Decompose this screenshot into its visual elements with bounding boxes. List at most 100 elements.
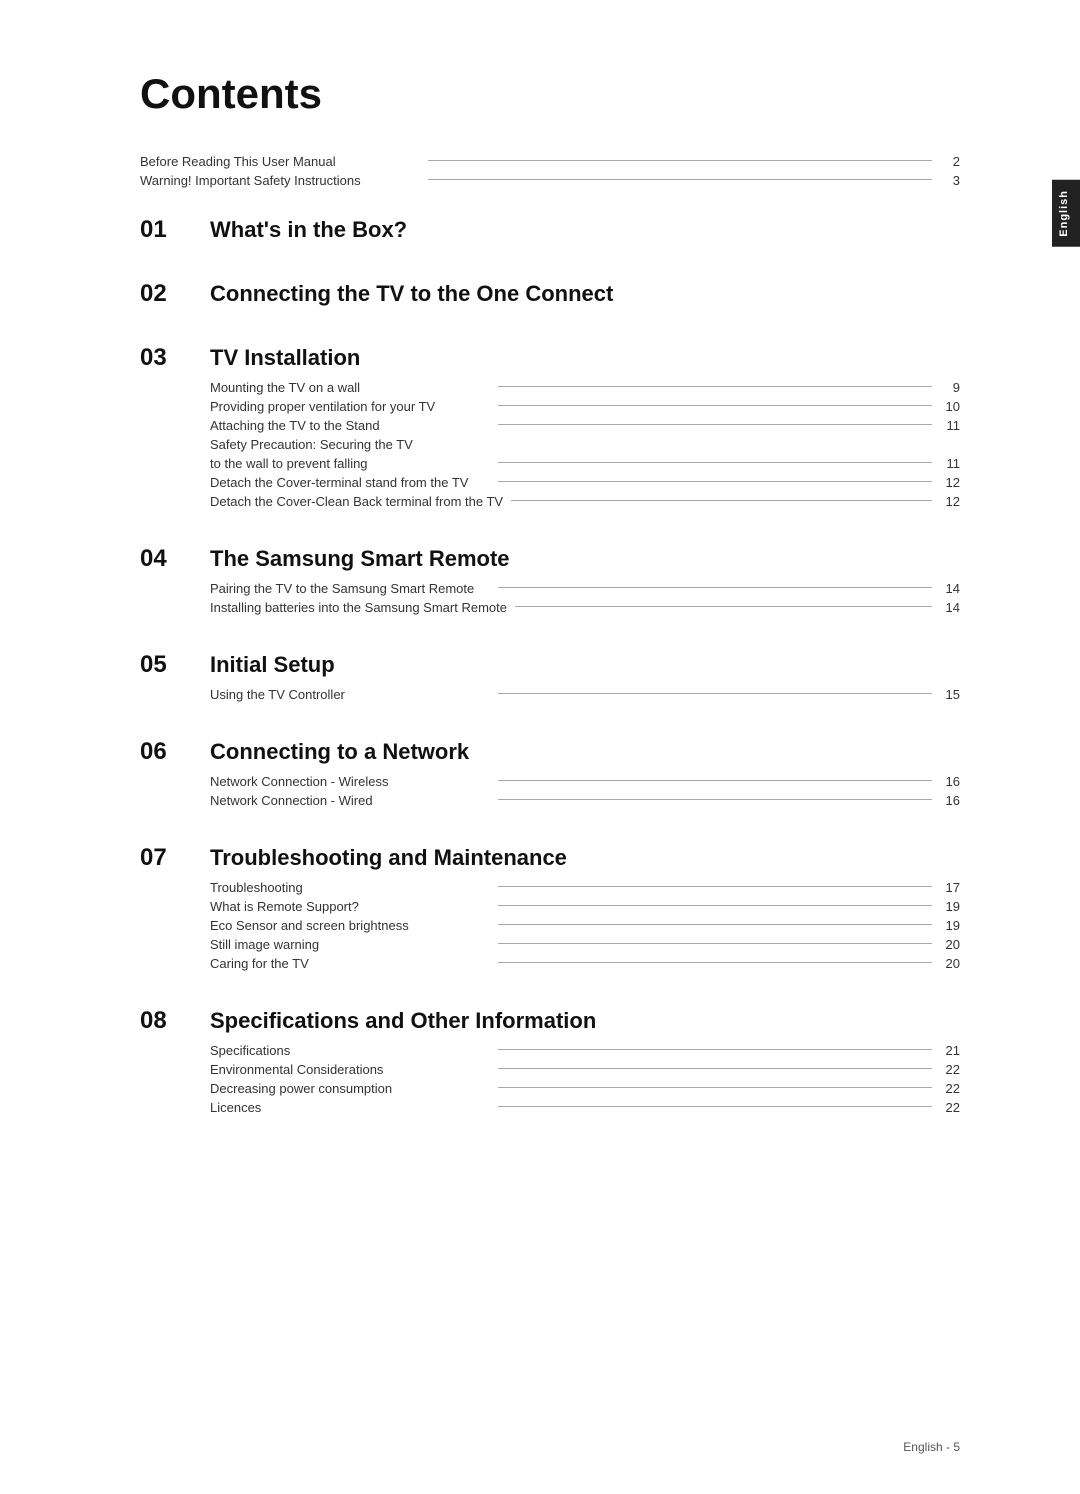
section-block-07: 07Troubleshooting and Maintenance Troubl… (140, 844, 960, 971)
intro-entry-page: 3 (940, 173, 960, 188)
page-container: English Contents Before Reading This Use… (0, 0, 1080, 1494)
toc-entry: Specifications 21 (210, 1043, 960, 1058)
toc-entry: to the wall to prevent falling 11 (210, 456, 960, 471)
entry-label: Environmental Considerations (210, 1062, 490, 1077)
entry-page-num: 17 (940, 880, 960, 895)
entry-page-num: 11 (940, 456, 960, 471)
dot-leader (498, 886, 932, 887)
toc-entry: Using the TV Controller 15 (210, 687, 960, 702)
section-entries-03: Mounting the TV on a wall 9 Providing pr… (140, 380, 960, 509)
dot-leader (498, 1049, 932, 1050)
entry-label: Licences (210, 1100, 490, 1115)
section-title-02: Connecting the TV to the One Connect (210, 281, 613, 307)
side-tab-label: English (1058, 190, 1070, 237)
section-header-03: 03TV Installation (140, 344, 960, 372)
section-header-02: 02Connecting the TV to the One Connect (140, 280, 960, 308)
intro-entry-label: Before Reading This User Manual (140, 154, 420, 169)
dot-leader (498, 780, 932, 781)
toc-entry: Decreasing power consumption 22 (210, 1081, 960, 1096)
entry-page-num: 19 (940, 918, 960, 933)
entry-label: Detach the Cover-terminal stand from the… (210, 475, 490, 490)
toc-entry: Troubleshooting 17 (210, 880, 960, 895)
section-number-07: 07 (140, 844, 210, 872)
section-block-03: 03TV Installation Mounting the TV on a w… (140, 344, 960, 509)
entry-label: Mounting the TV on a wall (210, 380, 490, 395)
dot-leader (428, 179, 932, 180)
entry-label: Specifications (210, 1043, 490, 1058)
section-number-06: 06 (140, 738, 210, 766)
entry-page-num: 21 (940, 1043, 960, 1058)
intro-toc-entry: Warning! Important Safety Instructions 3 (140, 173, 960, 188)
section-block-04: 04The Samsung Smart Remote Pairing the T… (140, 545, 960, 615)
entry-page-num: 11 (940, 418, 960, 433)
section-entries-04: Pairing the TV to the Samsung Smart Remo… (140, 581, 960, 615)
dot-leader (498, 1068, 932, 1069)
page-footer: English - 5 (903, 1440, 960, 1454)
entry-page-num: 9 (940, 380, 960, 395)
section-header-01: 01What's in the Box? (140, 216, 960, 244)
section-title-06: Connecting to a Network (210, 739, 469, 765)
entry-page-num: 10 (940, 399, 960, 414)
page-title: Contents (140, 70, 960, 118)
dot-leader (515, 606, 932, 607)
entry-page-num: 14 (940, 600, 960, 615)
intro-toc-entry: Before Reading This User Manual 2 (140, 154, 960, 169)
entry-label: Installing batteries into the Samsung Sm… (210, 600, 507, 615)
section-block-05: 05Initial Setup Using the TV Controller … (140, 651, 960, 702)
entry-label: Safety Precaution: Securing the TV (210, 437, 490, 452)
dot-leader (498, 587, 932, 588)
toc-entry: What is Remote Support? 19 (210, 899, 960, 914)
entry-page-num: 14 (940, 581, 960, 596)
intro-section: Before Reading This User Manual 2 Warnin… (140, 154, 960, 188)
section-header-07: 07Troubleshooting and Maintenance (140, 844, 960, 872)
entry-label: Troubleshooting (210, 880, 490, 895)
entry-label: Using the TV Controller (210, 687, 490, 702)
intro-entry-page: 2 (940, 154, 960, 169)
dot-leader (498, 424, 932, 425)
dot-leader (498, 386, 932, 387)
section-block-02: 02Connecting the TV to the One Connect (140, 280, 960, 308)
dot-leader (498, 1106, 932, 1107)
entry-label: Still image warning (210, 937, 490, 952)
section-entries-06: Network Connection - Wireless 16 Network… (140, 774, 960, 808)
section-block-08: 08Specifications and Other Information S… (140, 1007, 960, 1115)
section-entries-08: Specifications 21 Environmental Consider… (140, 1043, 960, 1115)
section-title-07: Troubleshooting and Maintenance (210, 845, 567, 871)
dot-leader (498, 405, 932, 406)
toc-entry: Detach the Cover-Clean Back terminal fro… (210, 494, 960, 509)
entry-label: What is Remote Support? (210, 899, 490, 914)
dot-leader (498, 905, 932, 906)
entry-page-num: 16 (940, 774, 960, 789)
entry-page-num: 20 (940, 937, 960, 952)
dot-leader (498, 693, 932, 694)
dot-leader (498, 481, 932, 482)
section-title-03: TV Installation (210, 345, 360, 371)
entry-label: Network Connection - Wireless (210, 774, 490, 789)
dot-leader (498, 943, 932, 944)
toc-entry: Network Connection - Wired 16 (210, 793, 960, 808)
toc-entry: Pairing the TV to the Samsung Smart Remo… (210, 581, 960, 596)
section-header-06: 06Connecting to a Network (140, 738, 960, 766)
section-block-06: 06Connecting to a Network Network Connec… (140, 738, 960, 808)
toc-entry: Safety Precaution: Securing the TV (210, 437, 960, 452)
dot-leader (511, 500, 932, 501)
toc-entry: Eco Sensor and screen brightness 19 (210, 918, 960, 933)
section-number-02: 02 (140, 280, 210, 308)
entry-label: Eco Sensor and screen brightness (210, 918, 490, 933)
section-number-05: 05 (140, 651, 210, 679)
toc-entry: Providing proper ventilation for your TV… (210, 399, 960, 414)
dot-leader (498, 462, 932, 463)
toc-entry: Detach the Cover-terminal stand from the… (210, 475, 960, 490)
dot-leader (428, 160, 932, 161)
toc-entry: Attaching the TV to the Stand 11 (210, 418, 960, 433)
toc-entry: Environmental Considerations 22 (210, 1062, 960, 1077)
section-entries-05: Using the TV Controller 15 (140, 687, 960, 702)
toc-entry: Mounting the TV on a wall 9 (210, 380, 960, 395)
entry-label: Attaching the TV to the Stand (210, 418, 490, 433)
entry-page-num: 19 (940, 899, 960, 914)
entry-page-num: 22 (940, 1062, 960, 1077)
toc-entry: Licences 22 (210, 1100, 960, 1115)
section-title-08: Specifications and Other Information (210, 1008, 596, 1034)
entry-page-num: 15 (940, 687, 960, 702)
entry-page-num: 22 (940, 1100, 960, 1115)
